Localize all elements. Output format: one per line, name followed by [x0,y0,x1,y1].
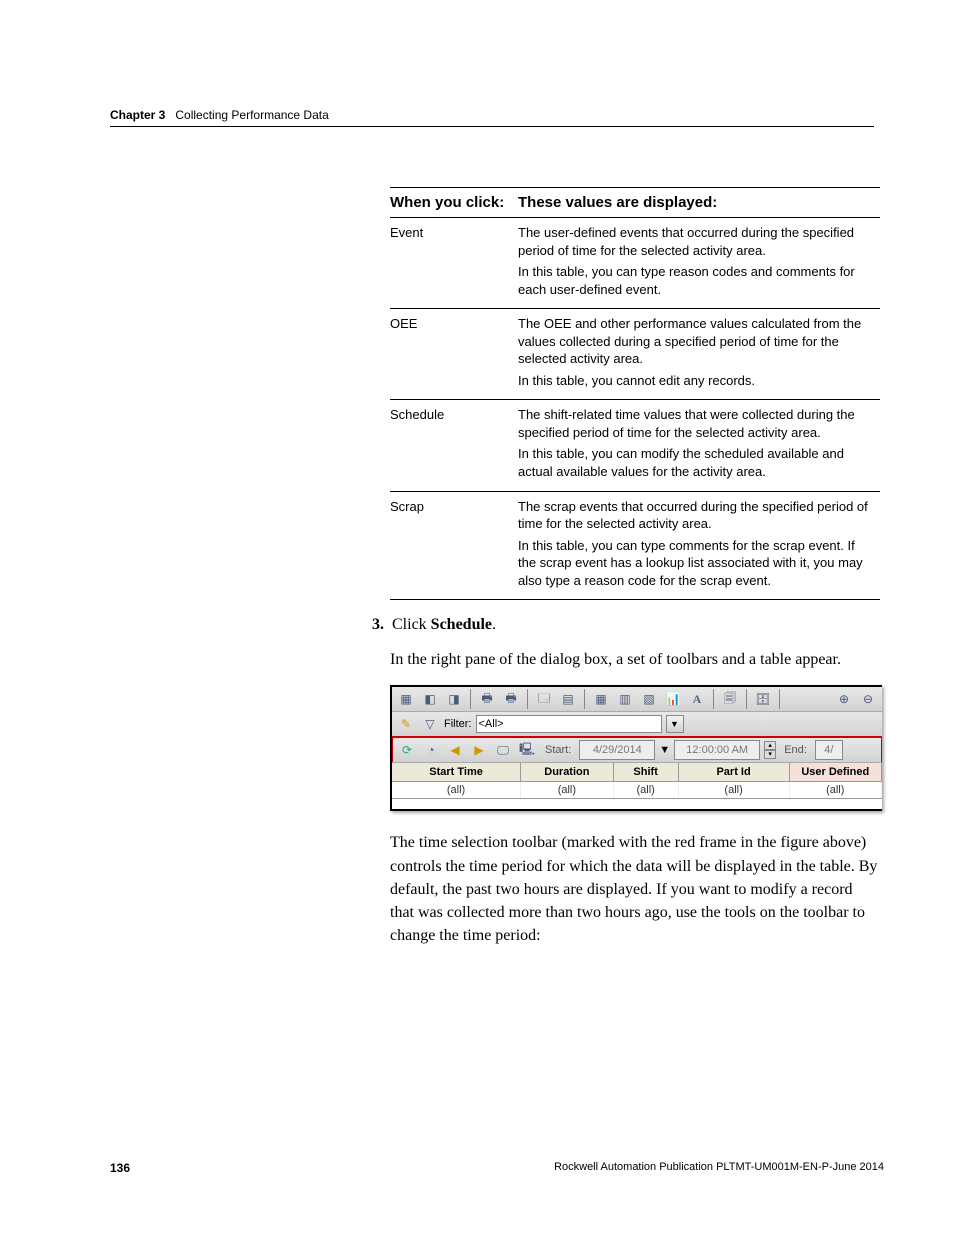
filter-input[interactable] [476,715,662,733]
page-number: 136 [110,1161,130,1175]
grid-header: Start Time Duration Shift Part Id User D… [392,762,882,782]
filter-label: Filter: [444,718,472,730]
table-row: Scrap The scrap events that occurred dur… [390,491,880,600]
print-preview-icon[interactable]: 🖶 [501,689,521,709]
row-label: Scrap [390,491,518,600]
separator [470,689,471,709]
row-label: OEE [390,309,518,400]
separator [527,689,528,709]
table-row: OEE The OEE and other performance values… [390,309,880,400]
tool-icon[interactable]: ◨ [444,689,464,709]
tool-icon[interactable]: 🗄 [753,689,773,709]
start-date-input[interactable] [579,740,655,760]
col-duration[interactable]: Duration [521,763,614,781]
row-desc: The scrap events that occurred during th… [518,491,880,600]
step-list: 3. Click Schedule. [366,616,880,634]
schedule-panel-figure: ▦ ◧ ◨ 🖶 🖶 🗔 ▤ ▦ ▥ ▧ 📊 A 🗐 🗄 [390,685,882,811]
zoom-in-icon[interactable]: ⊕ [834,689,854,709]
end-label: End: [780,744,811,756]
table-header-values: These values are displayed: [518,188,880,218]
filter-dropdown-icon[interactable]: ▼ [666,715,684,733]
tool-icon[interactable]: ▤ [558,689,578,709]
table-header-click: When you click: [390,188,518,218]
filter-row: ✎ ▽ Filter: ▼ [392,712,882,737]
nav-prev-icon[interactable]: ◀ [445,740,465,760]
start-time-input[interactable] [674,740,760,760]
filter-cell[interactable]: (all) [392,782,521,798]
zoom-out-icon[interactable]: ⊖ [858,689,878,709]
row-desc: The OEE and other performance values cal… [518,309,880,400]
tool-icon[interactable]: ◧ [420,689,440,709]
col-shift[interactable]: Shift [614,763,679,781]
tool-icon[interactable]: 🖳 [517,740,537,760]
filter-cell[interactable]: (all) [521,782,614,798]
step-text: Click Schedule. [392,616,496,634]
tool-icon[interactable]: ▦ [591,689,611,709]
step-item: 3. Click Schedule. [366,616,880,634]
col-user-defined[interactable]: User Defined [790,763,883,781]
tool-icon[interactable]: 🖵 [493,740,513,760]
time-spinner[interactable]: ▴▾ [764,741,776,759]
refresh-icon[interactable]: ⟳ [397,740,417,760]
tool-icon[interactable]: 🗐 [720,689,740,709]
toolbar-row-1: ▦ ◧ ◨ 🖶 🖶 🗔 ▤ ▦ ▥ ▧ 📊 A 🗐 🗄 [392,687,882,712]
filter-cell[interactable]: (all) [614,782,679,798]
filter-wizard-icon[interactable]: ✎ [396,714,416,734]
running-head: Chapter 3 Collecting Performance Data [110,108,874,122]
page-footer: 136 Rockwell Automation Publication PLTM… [110,1161,884,1175]
torn-edge [392,799,882,809]
paragraph: The time selection toolbar (marked with … [390,831,880,947]
publication-id: Rockwell Automation Publication PLTMT-UM… [554,1161,884,1175]
table-row: Schedule The shift-related time values t… [390,400,880,491]
tool-icon[interactable]: ▧ [639,689,659,709]
nav-next-icon[interactable]: ▶ [469,740,489,760]
chapter-label: Chapter 3 [110,108,165,122]
row-label: Schedule [390,400,518,491]
separator [779,689,780,709]
end-date-input[interactable] [815,740,843,760]
paragraph: In the right pane of the dialog box, a s… [390,648,880,671]
header-rule [110,126,874,127]
text-icon[interactable]: A [687,689,707,709]
row-label: Event [390,218,518,309]
table-row: Event The user-defined events that occur… [390,218,880,309]
step-number: 3. [366,616,384,634]
separator [584,689,585,709]
tool-icon[interactable]: 🗔 [534,689,554,709]
chapter-title: Collecting Performance Data [175,108,328,122]
filter-cell[interactable]: (all) [790,782,883,798]
row-desc: The shift-related time values that were … [518,400,880,491]
start-label: Start: [541,744,575,756]
separator [713,689,714,709]
col-part-id[interactable]: Part Id [679,763,790,781]
filter-cell[interactable]: (all) [679,782,790,798]
clock-icon[interactable]: ◔ [421,740,441,760]
funnel-icon[interactable]: ▽ [420,714,440,734]
print-icon[interactable]: 🖶 [477,689,497,709]
grid-filter-row: (all) (all) (all) (all) (all) [392,782,882,799]
time-selection-toolbar: ⟳ ◔ ◀ ▶ 🖵 🖳 Start: ▼ ▴▾ End: [391,736,882,763]
col-start-time[interactable]: Start Time [392,763,521,781]
tool-icon[interactable]: ▥ [615,689,635,709]
date-dropdown-icon[interactable]: ▼ [659,744,670,756]
chart-icon[interactable]: 📊 [663,689,683,709]
tool-icon[interactable]: ▦ [396,689,416,709]
separator [746,689,747,709]
values-table: When you click: These values are display… [390,187,880,600]
row-desc: The user-defined events that occurred du… [518,218,880,309]
